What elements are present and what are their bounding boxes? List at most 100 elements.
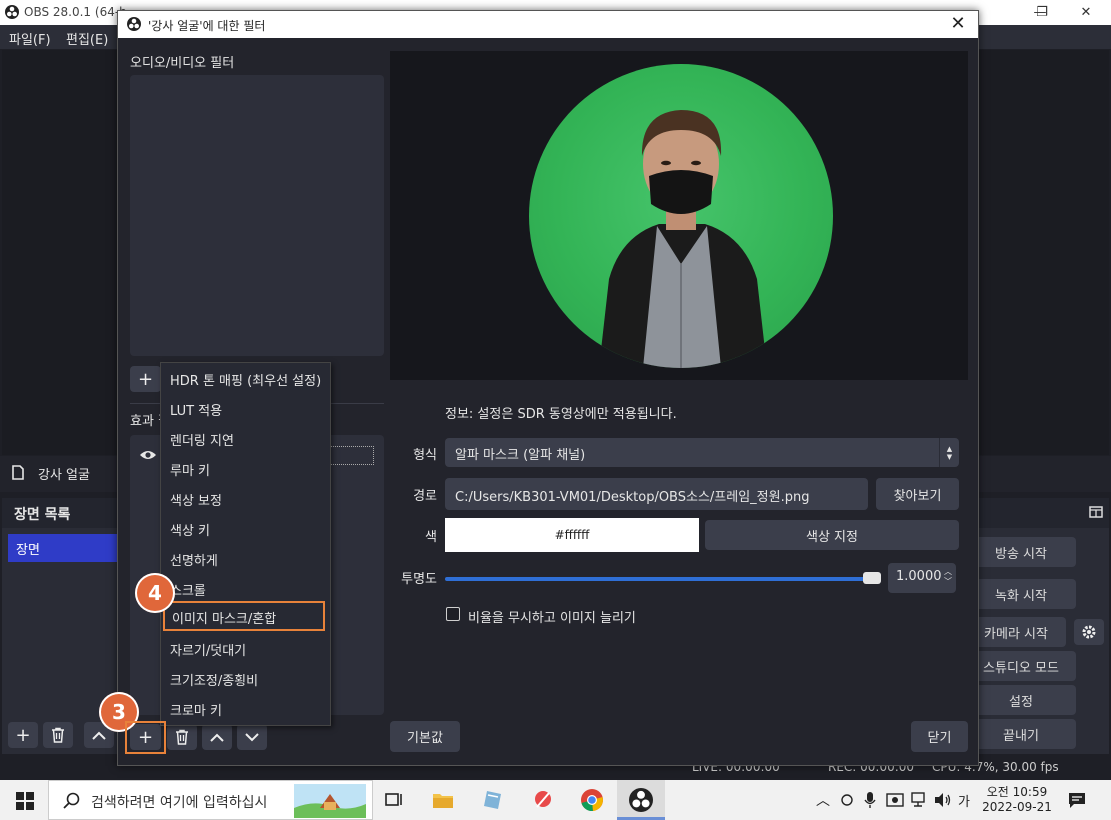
- chevron-up-icon: [210, 733, 224, 742]
- taskbar: 검색하려면 여기에 입력하십시 ︿ 가 오전 10:59 2022-09-21: [0, 780, 1111, 820]
- chrome-icon[interactable]: [580, 788, 604, 812]
- stretch-label: 비율을 무시하고 이미지 늘리기: [468, 611, 636, 626]
- microphone-icon[interactable]: [864, 791, 876, 809]
- menu-item-scale-aspect[interactable]: 크기조정/종횡비: [161, 663, 330, 693]
- stretch-checkbox[interactable]: [446, 607, 460, 621]
- tray-expand-icon[interactable]: ︿: [816, 790, 830, 810]
- windows-start-icon[interactable]: [16, 792, 34, 810]
- start-streaming-button[interactable]: 방송 시작: [966, 537, 1076, 567]
- defaults-label: 기본값: [407, 731, 443, 746]
- menu-item-scroll[interactable]: 스크롤: [161, 573, 330, 603]
- filter-item-focus: [326, 446, 374, 465]
- start-recording-label: 녹화 시작: [995, 588, 1047, 604]
- menu-item-chroma-key[interactable]: 크로마 키: [161, 693, 330, 723]
- obs-taskbar-button[interactable]: [617, 780, 665, 820]
- path-input[interactable]: C:/Users/KB301-VM01/Desktop/OBS소스/프레임_정원…: [445, 478, 868, 510]
- menu-item-render-delay[interactable]: 렌더링 지연: [161, 423, 330, 453]
- av-filter-add-button[interactable]: +: [130, 366, 161, 392]
- menu-item-crop-pad[interactable]: 자르기/덧대기: [161, 633, 330, 663]
- filter-preview: [390, 51, 968, 380]
- person-image: [599, 110, 767, 368]
- obs-logo-icon: [5, 5, 19, 19]
- app-notes-icon[interactable]: [481, 788, 505, 812]
- dialog-close-button[interactable]: ✕: [946, 13, 970, 34]
- spinbox-arrows-icon[interactable]: ︿ ﹀: [944, 567, 952, 587]
- trash-icon: [52, 727, 64, 743]
- menu-file[interactable]: 파일(F): [9, 29, 51, 48]
- menu-item-image-mask[interactable]: 이미지 마스크/혼합: [163, 601, 325, 631]
- add-button-highlight-frame: [125, 721, 166, 754]
- menu-item-hdr-tonemap[interactable]: HDR 톤 매핑 (최우선 설정): [161, 363, 330, 393]
- scene-add-button[interactable]: +: [8, 722, 38, 748]
- chevron-down-icon: [245, 732, 259, 741]
- task-view-icon[interactable]: [382, 788, 406, 812]
- search-highlight-image: [294, 784, 366, 818]
- menu-item-luma-key[interactable]: 루마 키: [161, 453, 330, 483]
- effect-up-button[interactable]: [202, 724, 232, 750]
- gear-icon: [1082, 625, 1096, 639]
- plus-icon: +: [137, 368, 154, 390]
- path-label: 경로: [413, 489, 437, 504]
- notification-icon[interactable]: [1068, 791, 1086, 809]
- effect-remove-button[interactable]: [167, 724, 197, 750]
- close-icon: ✕: [1080, 5, 1092, 20]
- opacity-spinbox[interactable]: 1.0000 ︿ ﹀: [888, 563, 956, 593]
- close-icon: ✕: [950, 13, 966, 34]
- restore-button[interactable]: ❐: [1019, 0, 1065, 25]
- menu-item-lut[interactable]: LUT 적용: [161, 393, 330, 423]
- scenes-header: 장면 목록: [2, 498, 118, 528]
- color-label: 색: [425, 530, 437, 545]
- menu-edit[interactable]: 편집(E): [66, 29, 108, 48]
- exit-label: 끝내기: [1003, 728, 1039, 744]
- close-label: 닫기: [927, 731, 952, 746]
- step-badge-4: 4: [135, 573, 175, 613]
- restore-icon: ❐: [1036, 5, 1048, 20]
- trash-icon: [176, 729, 188, 745]
- exit-button[interactable]: 끝내기: [966, 719, 1076, 749]
- studio-mode-button[interactable]: 스튜디오 모드: [966, 651, 1076, 681]
- virtual-camera-settings-button[interactable]: [1074, 619, 1104, 645]
- format-select[interactable]: 알파 마스크 (알파 채널) ▲ ▼: [445, 438, 959, 467]
- taskbar-search[interactable]: 검색하려면 여기에 입력하십시: [48, 780, 373, 820]
- undock-icon[interactable]: [1089, 506, 1103, 518]
- opacity-value: 1.0000: [896, 569, 942, 584]
- info-text: 정보: 설정은 SDR 동영상에만 적용됩니다.: [445, 407, 677, 422]
- app-snipping-icon[interactable]: [531, 788, 555, 812]
- effect-down-button[interactable]: [237, 724, 267, 750]
- tray-meet-icon[interactable]: [840, 792, 854, 808]
- browse-button[interactable]: 찾아보기: [876, 478, 959, 510]
- opacity-slider-handle[interactable]: [863, 572, 881, 584]
- av-filters-list[interactable]: [130, 75, 384, 356]
- add-filter-menu: HDR 톤 매핑 (최우선 설정) LUT 적용 렌더링 지연 루마 키 색상 …: [160, 362, 331, 726]
- network-icon[interactable]: [910, 791, 928, 809]
- search-placeholder: 검색하려면 여기에 입력하십시: [91, 795, 268, 811]
- scene-item[interactable]: 장면: [8, 534, 118, 562]
- ime-indicator[interactable]: 가: [958, 791, 970, 810]
- plus-icon: +: [15, 724, 31, 746]
- settings-button[interactable]: 설정: [966, 685, 1076, 715]
- main-window-title: OBS 28.0.1 (64-b: [24, 5, 127, 19]
- clock[interactable]: 오전 10:59 2022-09-21: [982, 783, 1052, 814]
- color-swatch: #ffffff: [445, 518, 699, 552]
- dialog-close-bottom-button[interactable]: 닫기: [911, 721, 968, 752]
- clock-time: 오전 10:59: [986, 785, 1048, 799]
- color-value: #ffffff: [554, 528, 590, 542]
- menu-item-sharpen[interactable]: 선명하게: [161, 543, 330, 573]
- select-color-button[interactable]: 색상 지정: [705, 520, 959, 550]
- scene-remove-button[interactable]: [43, 722, 73, 748]
- path-value: C:/Users/KB301-VM01/Desktop/OBS소스/프레임_정원…: [455, 490, 810, 505]
- start-virtual-camera-button[interactable]: 카메라 시작: [966, 617, 1066, 647]
- menu-item-color-key[interactable]: 색상 키: [161, 513, 330, 543]
- eye-icon[interactable]: [139, 449, 157, 461]
- menu-item-color-correction[interactable]: 색상 보정: [161, 483, 330, 513]
- volume-icon[interactable]: [934, 792, 952, 808]
- tray-security-icon[interactable]: [886, 791, 904, 809]
- opacity-slider-track[interactable]: [445, 577, 880, 581]
- av-filters-label: 오디오/비디오 필터: [130, 56, 235, 71]
- obs-logo-icon: [127, 17, 141, 31]
- file-explorer-icon[interactable]: [431, 788, 455, 812]
- select-color-label: 색상 지정: [806, 529, 858, 545]
- defaults-button[interactable]: 기본값: [390, 721, 460, 752]
- main-close-button[interactable]: ✕: [1063, 0, 1109, 25]
- start-recording-button[interactable]: 녹화 시작: [966, 579, 1076, 609]
